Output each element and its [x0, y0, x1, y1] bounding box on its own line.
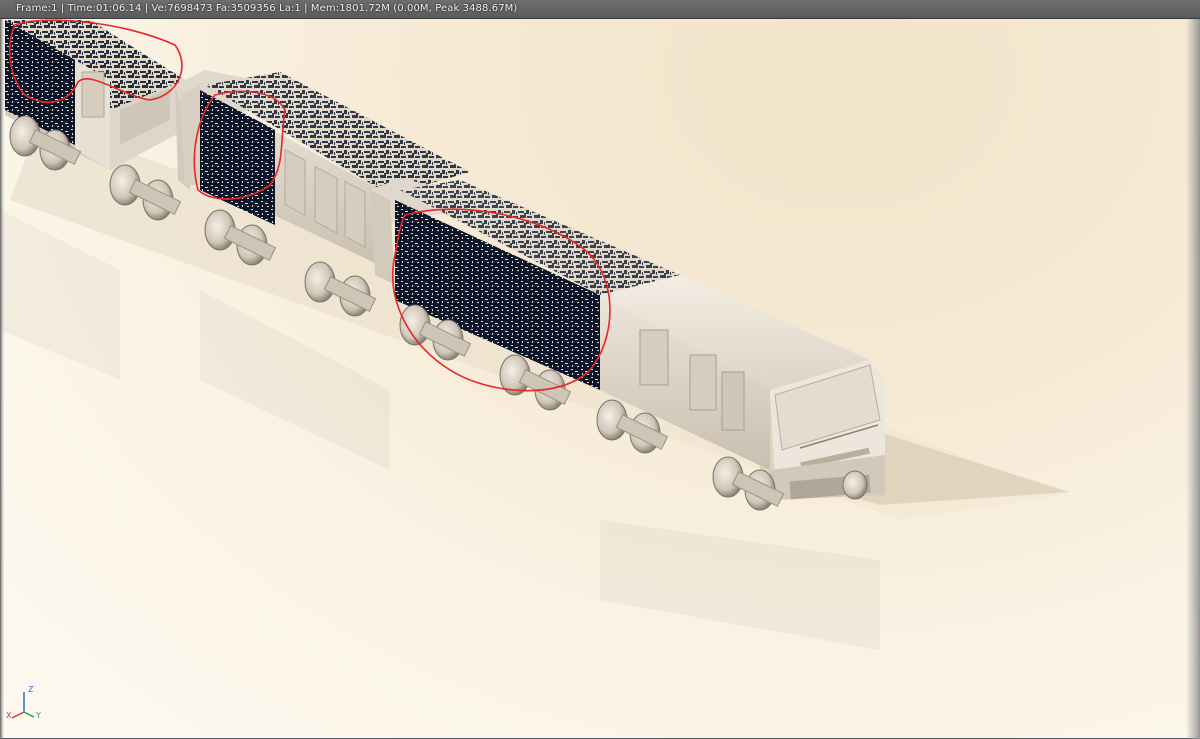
axis-z-label: Z — [28, 685, 34, 694]
render-viewport[interactable]: Frame:1 | Time:01:06.14 | Ve:7698473 Fa:… — [0, 0, 1200, 739]
axis-y-label: Y — [36, 711, 41, 720]
viewport-edge-right — [1186, 18, 1200, 739]
render-scene — [0, 18, 1200, 739]
train-render — [0, 19, 1070, 650]
axis-gizmo: Z X Y — [4, 682, 44, 722]
render-info-bar: Frame:1 | Time:01:06.14 | Ve:7698473 Fa:… — [0, 0, 1200, 19]
axis-x-label: X — [6, 711, 12, 720]
viewport-edge-left — [0, 18, 4, 739]
render-stats-text: Frame:1 | Time:01:06.14 | Ve:7698473 Fa:… — [16, 3, 518, 14]
